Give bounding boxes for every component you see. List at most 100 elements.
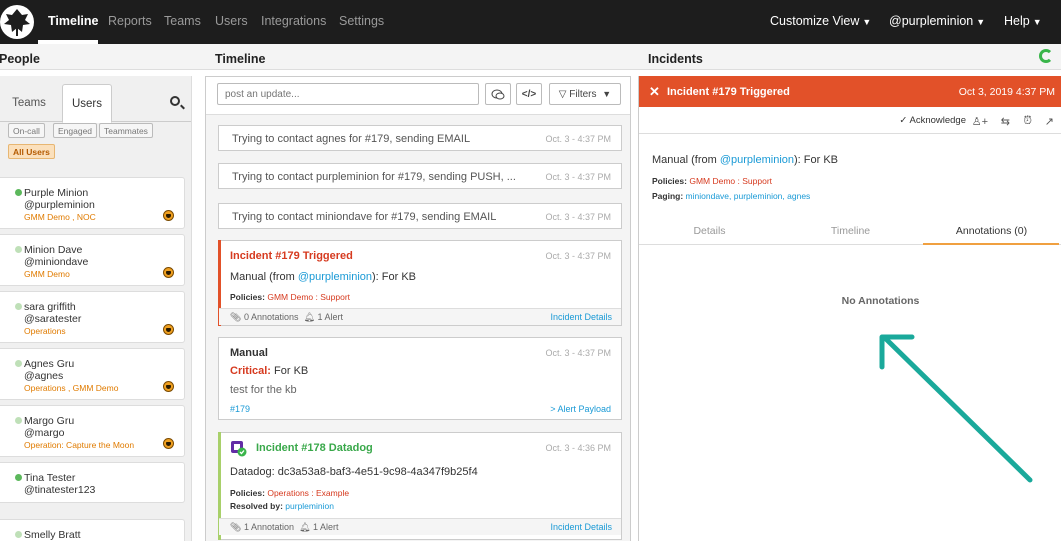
snooze-icon[interactable]: ⏰︎ bbox=[1023, 115, 1032, 128]
desc-suffix: ): For KB bbox=[794, 154, 839, 166]
notice-time: Oct. 3 - 4:37 PM bbox=[545, 134, 611, 144]
person-teams: Operation: Capture the Moon bbox=[24, 440, 135, 450]
incident-title[interactable]: Incident #178 Datadog bbox=[256, 442, 373, 454]
filter-engaged[interactable]: Engaged bbox=[53, 123, 98, 138]
code-icon[interactable]: </> bbox=[516, 83, 542, 105]
nav-reports[interactable]: Reports bbox=[108, 14, 152, 28]
incident-paging: Paging: miniondave, purpleminion, agnes bbox=[652, 191, 810, 201]
person-card[interactable]: Purple Minion @purpleminion GMM Demo , NOC bbox=[0, 177, 185, 229]
alert-payload-link[interactable]: > Alert Payload bbox=[550, 404, 611, 414]
post-update-input[interactable] bbox=[217, 83, 479, 105]
people-section-title: People bbox=[0, 52, 40, 66]
person-name: sara griffith bbox=[24, 301, 76, 313]
incident-footer-stats: 📎︎ 1 Annotation 🔔︎ 1 Alert bbox=[230, 522, 338, 533]
tab-timeline[interactable]: Timeline bbox=[780, 225, 921, 237]
person-handle: @tinatester123 bbox=[24, 484, 96, 496]
search-icon[interactable] bbox=[170, 96, 180, 106]
person-card[interactable]: Tina Tester @tinatester123 bbox=[0, 462, 185, 503]
user-menu[interactable]: @purpleminion ▼ bbox=[889, 14, 985, 28]
incident-title[interactable]: Incident #179 Triggered bbox=[230, 250, 353, 262]
tab-annotations[interactable]: Annotations (0) bbox=[921, 225, 1061, 237]
external-link-icon[interactable]: ↗ bbox=[1045, 115, 1054, 128]
help-menu[interactable]: Help ▼ bbox=[1004, 14, 1042, 28]
tab-teams[interactable]: Teams bbox=[8, 84, 50, 123]
acknowledge-button[interactable]: ✓ Acknowledge bbox=[899, 115, 966, 126]
user-mention-link[interactable]: @purpleminion bbox=[720, 154, 794, 166]
callout-arrow-icon bbox=[879, 334, 1033, 483]
critical-label: Critical: bbox=[230, 365, 271, 377]
customize-view-label: Customize View bbox=[770, 14, 860, 28]
person-card[interactable]: Minion Dave @miniondave GMM Demo bbox=[0, 234, 185, 286]
status-dot-icon bbox=[15, 417, 22, 424]
filter-funnel-icon: ▽ bbox=[558, 89, 567, 100]
filter-teammates[interactable]: Teammates bbox=[99, 123, 153, 138]
alert-body: test for the kb bbox=[230, 384, 297, 396]
nav-timeline[interactable]: Timeline bbox=[48, 14, 98, 28]
desc-prefix: Manual (from bbox=[652, 154, 720, 166]
incident-details-link[interactable]: Incident Details bbox=[550, 522, 612, 532]
timeline-section-title: Timeline bbox=[215, 52, 266, 66]
nav-users[interactable]: Users bbox=[215, 14, 248, 28]
person-handle: @agnes bbox=[24, 370, 64, 382]
incident-number-link[interactable]: #179 bbox=[230, 404, 250, 414]
chevron-down-icon: ▼ bbox=[1032, 17, 1042, 27]
status-dot-icon bbox=[15, 531, 22, 538]
user-menu-label: @purpleminion bbox=[889, 14, 974, 28]
status-dot-icon bbox=[15, 360, 22, 367]
nav-settings[interactable]: Settings bbox=[339, 14, 384, 28]
critical-text: For KB bbox=[274, 365, 309, 377]
nav-integrations[interactable]: Integrations bbox=[261, 14, 326, 28]
person-handle: @margo bbox=[24, 427, 65, 439]
alert-card: Manual Oct. 3 - 4:37 PM Critical: For KB… bbox=[218, 337, 622, 420]
incident-actions-bar: ✓ Acknowledge ♙+ ⇆ ⏰︎ ↗ bbox=[639, 107, 1061, 134]
incident-detail-header: ✕ Incident #179 Triggered Oct 3, 2019 4:… bbox=[639, 76, 1061, 107]
incident-policies: Policies: GMM Demo : Support bbox=[652, 176, 772, 186]
nav-teams[interactable]: Teams bbox=[164, 14, 201, 28]
chat-icon[interactable] bbox=[485, 83, 511, 105]
user-mention-link[interactable]: @purpleminion bbox=[298, 271, 372, 283]
annotation-count: 0 Annotations bbox=[243, 312, 299, 322]
person-name: Smelly Bratt bbox=[24, 529, 81, 541]
incident-card[interactable]: Incident #178 Datadog Oct. 3 - 4:36 PM D… bbox=[218, 432, 622, 540]
timeline-notice: Trying to contact agnes for #179, sendin… bbox=[218, 125, 622, 151]
victorops-logo-icon[interactable] bbox=[0, 5, 34, 39]
person-card[interactable]: Smelly Bratt@balthazarbratt bbox=[0, 519, 185, 541]
incident-footer-stats: 📎︎ 0 Annotations 🔔︎ 1 Alert bbox=[230, 312, 343, 323]
add-responder-icon[interactable]: ♙+ bbox=[972, 115, 988, 128]
tab-details[interactable]: Details bbox=[639, 225, 780, 237]
close-icon[interactable]: ✕ bbox=[649, 84, 660, 100]
refresh-icon[interactable] bbox=[1039, 49, 1053, 63]
incident-time: Oct. 3 - 4:37 PM bbox=[545, 251, 611, 261]
people-tabs: Teams Users bbox=[0, 84, 191, 123]
policies-value[interactable]: GMM Demo : Support bbox=[689, 176, 772, 186]
paperclip-icon: 📎︎ bbox=[230, 522, 242, 532]
filter-on-call[interactable]: On-call bbox=[8, 123, 45, 138]
datadog-icon bbox=[230, 440, 247, 457]
resolved-user-link[interactable]: purpleminion bbox=[285, 501, 334, 511]
body-prefix: Manual (from bbox=[230, 271, 298, 283]
person-handle: @purpleminion bbox=[24, 199, 95, 211]
policies-value[interactable]: Operations : Example bbox=[267, 488, 349, 498]
person-card[interactable]: sara griffith @saratester Operations bbox=[0, 291, 185, 343]
incident-detail-title: Incident #179 Triggered bbox=[667, 86, 790, 98]
filter-all-users[interactable]: All Users bbox=[8, 144, 55, 159]
reroute-icon[interactable]: ⇆ bbox=[1001, 115, 1010, 128]
customize-view-menu[interactable]: Customize View ▼ bbox=[770, 14, 871, 28]
person-handle: @miniondave bbox=[24, 256, 89, 268]
person-card[interactable]: Margo Gru @margo Operation: Capture the Mo… bbox=[0, 405, 185, 457]
incident-card[interactable]: Incident #179 Triggered Oct. 3 - 4:37 PM… bbox=[218, 240, 622, 326]
alert-title: Manual bbox=[230, 347, 268, 359]
people-panel: Teams Users On-call Engaged Teammates Al… bbox=[0, 76, 192, 541]
incident-details-link[interactable]: Incident Details bbox=[550, 312, 612, 322]
status-dot-icon bbox=[15, 474, 22, 481]
filters-button[interactable]: ▽ Filters ▼ bbox=[549, 83, 621, 105]
help-menu-label: Help bbox=[1004, 14, 1030, 28]
person-card[interactable]: Agnes Gru @agnes Operations , GMM Demo bbox=[0, 348, 185, 400]
tab-users[interactable]: Users bbox=[62, 84, 112, 123]
policies-label: Policies: bbox=[230, 292, 265, 302]
policies-value[interactable]: GMM Demo : Support bbox=[267, 292, 350, 302]
on-call-badge-icon bbox=[163, 381, 174, 392]
paging-value[interactable]: miniondave, purpleminion, agnes bbox=[686, 191, 811, 201]
incident-policies: Policies: GMM Demo : Support bbox=[230, 292, 350, 302]
alert-count: 1 Alert bbox=[312, 522, 339, 532]
